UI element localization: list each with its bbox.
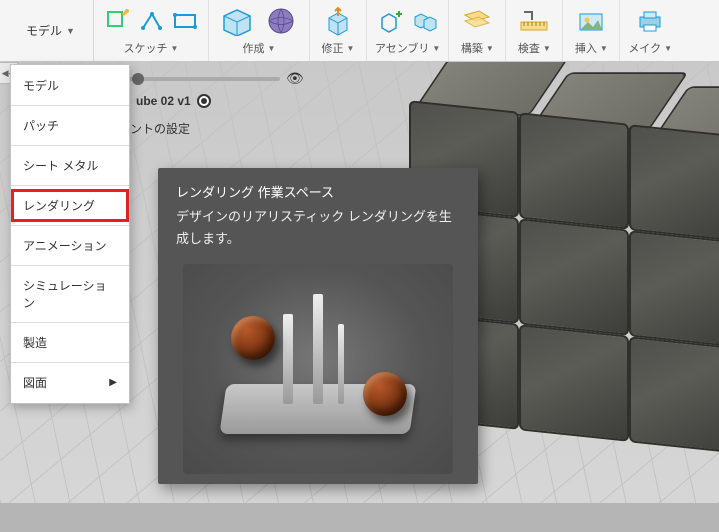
menu-item-render[interactable]: レンダリング	[11, 189, 129, 222]
chevron-down-icon: ▼	[346, 44, 354, 53]
tooltip-body: デザインのリアリスティック レンダリングを生成します。	[176, 206, 460, 250]
toolbar-group-label[interactable]: 構築▼	[461, 40, 494, 56]
chevron-down-icon: ▼	[664, 44, 672, 53]
toolbar-group-assembly: アセンブリ▼	[367, 0, 449, 61]
menu-separator	[11, 322, 129, 323]
menu-separator	[11, 185, 129, 186]
construct-plane-icon[interactable]	[457, 4, 497, 38]
toolbar-group-create: 作成▼	[209, 0, 310, 61]
print-icon[interactable]	[630, 4, 670, 38]
workspace-switcher[interactable]: モデル ▼	[4, 0, 94, 61]
toolbar-group-label[interactable]: 挿入▼	[575, 40, 608, 56]
line-icon[interactable]	[136, 6, 166, 36]
insert-icon[interactable]	[571, 4, 611, 38]
chevron-down-icon: ▼	[543, 44, 551, 53]
menu-item-patch[interactable]: パッチ	[11, 109, 129, 142]
menu-separator	[11, 145, 129, 146]
sphere-icon[interactable]	[261, 4, 301, 38]
menu-separator	[11, 362, 129, 363]
toolbar-group-sketch: スケッチ▼	[94, 0, 209, 61]
workspace-menu: モデル パッチ シート メタル レンダリング アニメーション シミュレーション …	[10, 64, 130, 404]
chevron-right-icon: ▶	[109, 377, 117, 388]
menu-item-sheetmetal[interactable]: シート メタル	[11, 149, 129, 182]
component-name: ube 02 v1	[136, 94, 191, 108]
menu-item-animation[interactable]: アニメーション	[11, 229, 129, 262]
menu-item-drawing[interactable]: 図面 ▶	[11, 366, 129, 399]
menu-separator	[11, 225, 129, 226]
rectangle-icon[interactable]	[170, 6, 200, 36]
press-pull-icon[interactable]	[318, 4, 358, 38]
toolbar-group-label[interactable]: アセンブリ▼	[375, 40, 440, 56]
toolbar-group-label[interactable]: スケッチ▼	[123, 40, 178, 56]
toolbar-group-make: メイク▼	[620, 0, 680, 61]
toolbar-group-construct: 構築▼	[449, 0, 506, 61]
menu-item-simulation[interactable]: シミュレーション	[11, 269, 129, 319]
chevron-down-icon: ▼	[66, 26, 75, 36]
joint-icon[interactable]	[410, 6, 440, 36]
chevron-down-icon: ▼	[432, 44, 440, 53]
main-toolbar: モデル ▼ スケッチ▼ 作成	[0, 0, 719, 62]
tooltip-title: レンダリング 作業スペース	[176, 182, 460, 204]
chevron-down-icon: ▼	[267, 44, 275, 53]
sketch-create-icon[interactable]	[102, 6, 132, 36]
toolbar-group-label[interactable]: 修正▼	[321, 40, 354, 56]
menu-item-model[interactable]: モデル	[11, 69, 129, 102]
toolbar-group-modify: 修正▼	[310, 0, 367, 61]
assembly-new-icon[interactable]	[376, 6, 406, 36]
measure-icon[interactable]	[514, 4, 554, 38]
tooltip-preview-image	[183, 264, 453, 474]
workspace-label: モデル	[26, 22, 62, 39]
chevron-down-icon: ▼	[170, 44, 178, 53]
box-icon[interactable]	[217, 4, 257, 38]
toolbar-group-inspect: 検査▼	[506, 0, 563, 61]
menu-separator	[11, 265, 129, 266]
toolbar-group-label[interactable]: 作成▼	[242, 40, 275, 56]
toolbar-group-label[interactable]: メイク▼	[628, 40, 672, 56]
toolbar-group-label[interactable]: 検査▼	[518, 40, 551, 56]
chevron-down-icon: ▼	[486, 44, 494, 53]
eye-icon[interactable]: 👁	[286, 70, 304, 87]
chevron-down-icon: ▼	[600, 44, 608, 53]
menu-separator	[11, 105, 129, 106]
workspace-tooltip: レンダリング 作業スペース デザインのリアリスティック レンダリングを生成します…	[158, 168, 478, 484]
activate-radio-icon[interactable]	[197, 94, 211, 108]
toolbar-group-insert: 挿入▼	[563, 0, 620, 61]
menu-item-cam[interactable]: 製造	[11, 326, 129, 359]
